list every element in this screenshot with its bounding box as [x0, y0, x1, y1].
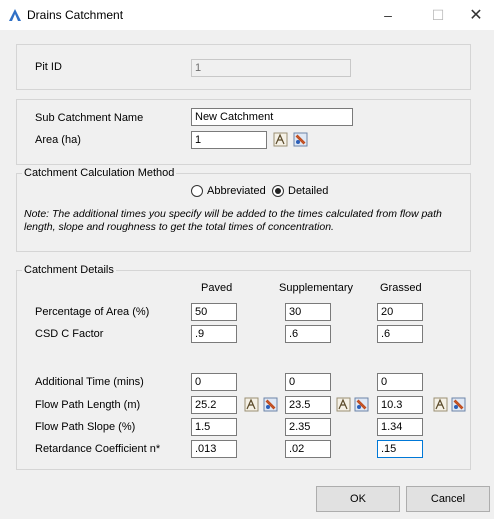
detailed-label[interactable]: Detailed — [288, 185, 328, 197]
details-group-label: Catchment Details — [22, 264, 116, 276]
area-pick-button[interactable] — [292, 131, 309, 148]
percentage-supplementary-field[interactable] — [285, 303, 331, 321]
radio-detailed[interactable] — [272, 185, 284, 197]
subcatchment-name-field[interactable] — [191, 108, 353, 126]
flow-length-supplementary-measure-button[interactable] — [335, 396, 352, 413]
measure-tool-icon — [273, 132, 288, 147]
c-factor-supplementary-field[interactable] — [285, 325, 331, 343]
column-header-grassed: Grassed — [380, 282, 422, 294]
column-header-paved: Paved — [201, 282, 233, 294]
additional-time-label: Additional Time (mins) — [35, 376, 144, 388]
additional-time-paved-field[interactable] — [191, 373, 237, 391]
window-title: Drains Catchment — [27, 8, 124, 22]
subcatchment-name-label: Sub Catchment Name — [35, 112, 144, 124]
retardance-supplementary-field[interactable] — [285, 440, 331, 458]
slope-paved-field[interactable] — [191, 418, 237, 436]
pit-id-field[interactable] — [191, 59, 351, 77]
percentage-grassed-field[interactable] — [377, 303, 423, 321]
percentage-area-label: Percentage of Area (%) — [35, 306, 150, 318]
csd-c-factor-label: CSD C Factor — [35, 328, 104, 340]
pit-id-label: Pit ID — [35, 61, 62, 73]
radio-abbreviated[interactable] — [191, 185, 203, 197]
retardance-grassed-field[interactable] — [377, 440, 423, 458]
close-icon: ✕ — [469, 7, 483, 24]
maximize-icon: ☐ — [431, 6, 445, 23]
pick-from-drawing-icon — [263, 397, 278, 412]
flow-length-grassed-field[interactable] — [377, 396, 423, 414]
flow-length-grassed-pick-button[interactable] — [450, 396, 467, 413]
flow-length-grassed-measure-button[interactable] — [432, 396, 449, 413]
pick-from-drawing-icon — [293, 132, 308, 147]
abbreviated-label[interactable]: Abbreviated — [207, 185, 266, 197]
additional-time-grassed-field[interactable] — [377, 373, 423, 391]
flow-path-slope-label: Flow Path Slope (%) — [35, 421, 136, 433]
flow-length-supplementary-pick-button[interactable] — [353, 396, 370, 413]
ok-button[interactable]: OK — [316, 486, 400, 512]
cancel-button[interactable]: Cancel — [406, 486, 490, 512]
method-note: Note: The additional times you specify w… — [24, 208, 442, 233]
pick-from-drawing-icon — [354, 397, 369, 412]
c-factor-grassed-field[interactable] — [377, 325, 423, 343]
dialog-body: Pit ID Sub Catchment Name Area (ha) Catc… — [0, 30, 494, 519]
flow-length-paved-pick-button[interactable] — [262, 396, 279, 413]
c-factor-paved-field[interactable] — [191, 325, 237, 343]
slope-supplementary-field[interactable] — [285, 418, 331, 436]
slope-grassed-field[interactable] — [377, 418, 423, 436]
area-field[interactable] — [191, 131, 267, 149]
flow-length-supplementary-field[interactable] — [285, 396, 331, 414]
maximize-button[interactable]: ☐ — [420, 0, 456, 30]
area-measure-button[interactable] — [272, 131, 289, 148]
app-logo-icon — [9, 9, 21, 21]
title-bar: Drains Catchment – ☐ ✕ — [0, 0, 494, 30]
additional-time-supplementary-field[interactable] — [285, 373, 331, 391]
flow-length-paved-field[interactable] — [191, 396, 237, 414]
retardance-coefficient-label: Retardance Coefficient n* — [35, 443, 161, 455]
method-group-label: Catchment Calculation Method — [22, 167, 177, 179]
retardance-paved-field[interactable] — [191, 440, 237, 458]
area-label: Area (ha) — [35, 134, 81, 146]
minimize-button[interactable]: – — [370, 0, 406, 30]
measure-tool-icon — [336, 397, 351, 412]
column-header-supplementary: Supplementary — [279, 282, 353, 294]
minimize-icon: – — [384, 7, 392, 23]
percentage-paved-field[interactable] — [191, 303, 237, 321]
measure-tool-icon — [433, 397, 448, 412]
flow-length-paved-measure-button[interactable] — [243, 396, 260, 413]
flow-path-length-label: Flow Path Length (m) — [35, 399, 141, 411]
pick-from-drawing-icon — [451, 397, 466, 412]
measure-tool-icon — [244, 397, 259, 412]
close-button[interactable]: ✕ — [458, 0, 494, 30]
